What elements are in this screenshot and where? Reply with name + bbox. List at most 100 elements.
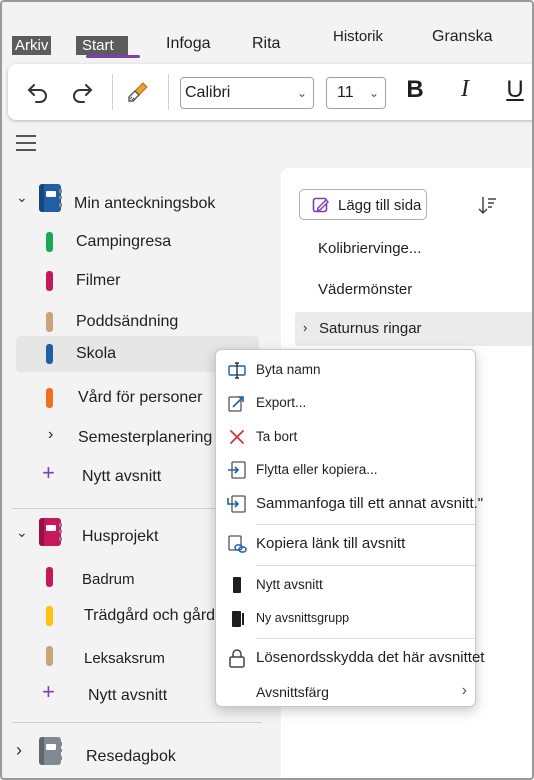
menu-item-password-protect[interactable]: Lösenordsskydda det här avsnittet — [216, 641, 484, 674]
color-icon — [226, 681, 248, 703]
tab-rita[interactable]: Rita — [252, 35, 280, 53]
menu-item-label: Lösenordsskydda det här avsnittet — [256, 649, 485, 666]
italic-button[interactable]: I — [450, 76, 480, 103]
menu-separator — [256, 524, 475, 525]
new-section-group-icon — [226, 608, 248, 630]
notebook-icon — [39, 184, 62, 212]
page-item[interactable]: Vädermönster — [318, 281, 412, 298]
toolbar-divider — [112, 74, 113, 110]
delete-icon — [226, 426, 248, 448]
menu-item-section-color[interactable]: Avsnittsfärg › — [216, 675, 475, 708]
menu-item-merge[interactable]: Sammanfoga till ett annat avsnitt." — [216, 487, 483, 520]
font-name-select[interactable]: Calibri ⌄ — [180, 77, 314, 109]
section-label: Trädgård och gård — [84, 607, 216, 624]
tab-arkiv[interactable]: Arkiv — [12, 36, 52, 55]
menu-item-label: Sammanfoga till ett annat avsnitt." — [256, 495, 484, 512]
section-color-tab — [46, 606, 53, 626]
section-label: Badrum — [82, 571, 135, 588]
onenote-window: Arkiv Start Infoga Rita Historik Granska… — [0, 0, 534, 780]
menu-item-label: Ta bort — [256, 429, 298, 444]
export-icon — [226, 392, 248, 414]
add-icon[interactable]: + — [42, 460, 55, 486]
menu-item-export[interactable]: Export... — [216, 386, 475, 419]
lock-icon — [226, 647, 248, 669]
notebook-icon — [39, 737, 62, 765]
section-label: Poddsändning — [76, 313, 179, 330]
merge-icon — [226, 493, 248, 515]
new-section-icon — [226, 574, 248, 596]
section-label: Filmer — [76, 272, 121, 289]
new-section-button[interactable]: Nytt avsnitt — [88, 687, 167, 705]
rename-icon — [226, 359, 248, 381]
new-section-button[interactable]: Nytt avsnitt — [82, 468, 161, 486]
menu-item-label: Byta namn — [256, 362, 321, 377]
menu-item-copy-link[interactable]: Kopiera länk till avsnitt — [216, 527, 475, 560]
section-color-tab — [46, 646, 53, 666]
section-color-tab — [46, 271, 53, 291]
font-size-select[interactable]: 11 ⌄ — [326, 77, 386, 109]
tab-granska[interactable]: Granska — [432, 28, 492, 46]
undo-icon[interactable] — [22, 76, 54, 108]
notebook-icon — [39, 518, 62, 546]
ribbon-toolbar: Calibri ⌄ 11 ⌄ B I U — [8, 64, 532, 120]
ribbon-tab-bar: Arkiv Start Infoga Rita Historik Granska — [2, 2, 532, 64]
chevron-down-icon: ⌄ — [296, 86, 307, 100]
format-painter-icon[interactable] — [122, 76, 154, 108]
chevron-right-icon[interactable]: › — [48, 426, 53, 444]
section-label: Leksaksrum — [84, 650, 165, 667]
section-group-label: Semesterplanering — [78, 429, 213, 446]
active-tab-indicator — [86, 55, 140, 58]
font-size-value: 11 — [337, 84, 354, 101]
menu-item-label: Avsnittsfärg — [256, 684, 329, 700]
navigation-toggle-icon[interactable] — [16, 135, 36, 156]
section-color-tab — [46, 344, 53, 364]
tab-historik[interactable]: Historik — [333, 28, 383, 45]
page-item-selected[interactable]: › Saturnus ringar — [295, 312, 532, 346]
collapse-notebook-chevron-icon[interactable]: ⌄ — [16, 524, 28, 541]
expand-notebook-chevron-icon[interactable]: › — [16, 740, 22, 761]
link-icon — [226, 533, 248, 555]
section-label: Vård för personer — [78, 389, 203, 406]
add-page-button[interactable]: Lägg till sida — [299, 189, 427, 220]
add-page-label: Lägg till sida — [338, 197, 422, 214]
add-icon[interactable]: + — [42, 679, 55, 705]
move-icon — [226, 459, 248, 481]
tab-start[interactable]: Start — [76, 36, 128, 55]
chevron-down-icon: ⌄ — [368, 86, 379, 100]
menu-item-rename[interactable]: Byta namn — [216, 353, 475, 386]
sort-icon[interactable] — [476, 194, 498, 221]
toolbar-divider — [168, 74, 169, 110]
notebook-divider — [12, 722, 262, 723]
menu-item-new-section-group[interactable]: Ny avsnittsgrupp — [216, 602, 475, 635]
page-item[interactable]: Kolibriervinge... — [318, 240, 421, 257]
notebook-name[interactable]: Resedagbok — [86, 748, 176, 766]
menu-item-delete[interactable]: Ta bort — [216, 420, 475, 453]
section-label: Skola — [76, 345, 117, 362]
underline-button[interactable]: U — [500, 76, 530, 104]
menu-item-label: Kopiera länk till avsnitt — [256, 535, 406, 552]
notebook-name[interactable]: Min anteckningsbok — [74, 195, 215, 213]
bold-button[interactable]: B — [400, 76, 430, 104]
section-item[interactable]: Campingresa — [16, 224, 259, 260]
collapse-notebook-chevron-icon[interactable]: ⌄ — [16, 189, 28, 206]
notebook-name[interactable]: Husprojekt — [82, 528, 158, 546]
menu-item-label: Nytt avsnitt — [256, 577, 323, 592]
section-item[interactable]: Poddsändning — [16, 304, 259, 340]
section-color-tab — [46, 388, 53, 408]
tab-infoga[interactable]: Infoga — [166, 35, 210, 53]
section-color-tab — [46, 567, 53, 587]
page-label: Saturnus ringar — [319, 320, 422, 337]
menu-item-new-section[interactable]: Nytt avsnitt — [216, 568, 475, 601]
section-item[interactable]: Filmer — [16, 263, 259, 299]
section-color-tab — [46, 232, 53, 252]
menu-separator — [256, 565, 475, 566]
menu-item-label: Ny avsnittsgrupp — [256, 611, 350, 625]
menu-item-label: Flytta eller kopiera... — [256, 462, 378, 477]
redo-icon[interactable] — [66, 76, 98, 108]
chevron-right-icon[interactable]: › — [303, 320, 307, 335]
section-label: Campingresa — [76, 233, 172, 250]
menu-separator — [256, 638, 475, 639]
menu-item-move-copy[interactable]: Flytta eller kopiera... — [216, 453, 475, 486]
chevron-right-icon: › — [461, 682, 467, 699]
add-page-icon — [312, 197, 329, 213]
